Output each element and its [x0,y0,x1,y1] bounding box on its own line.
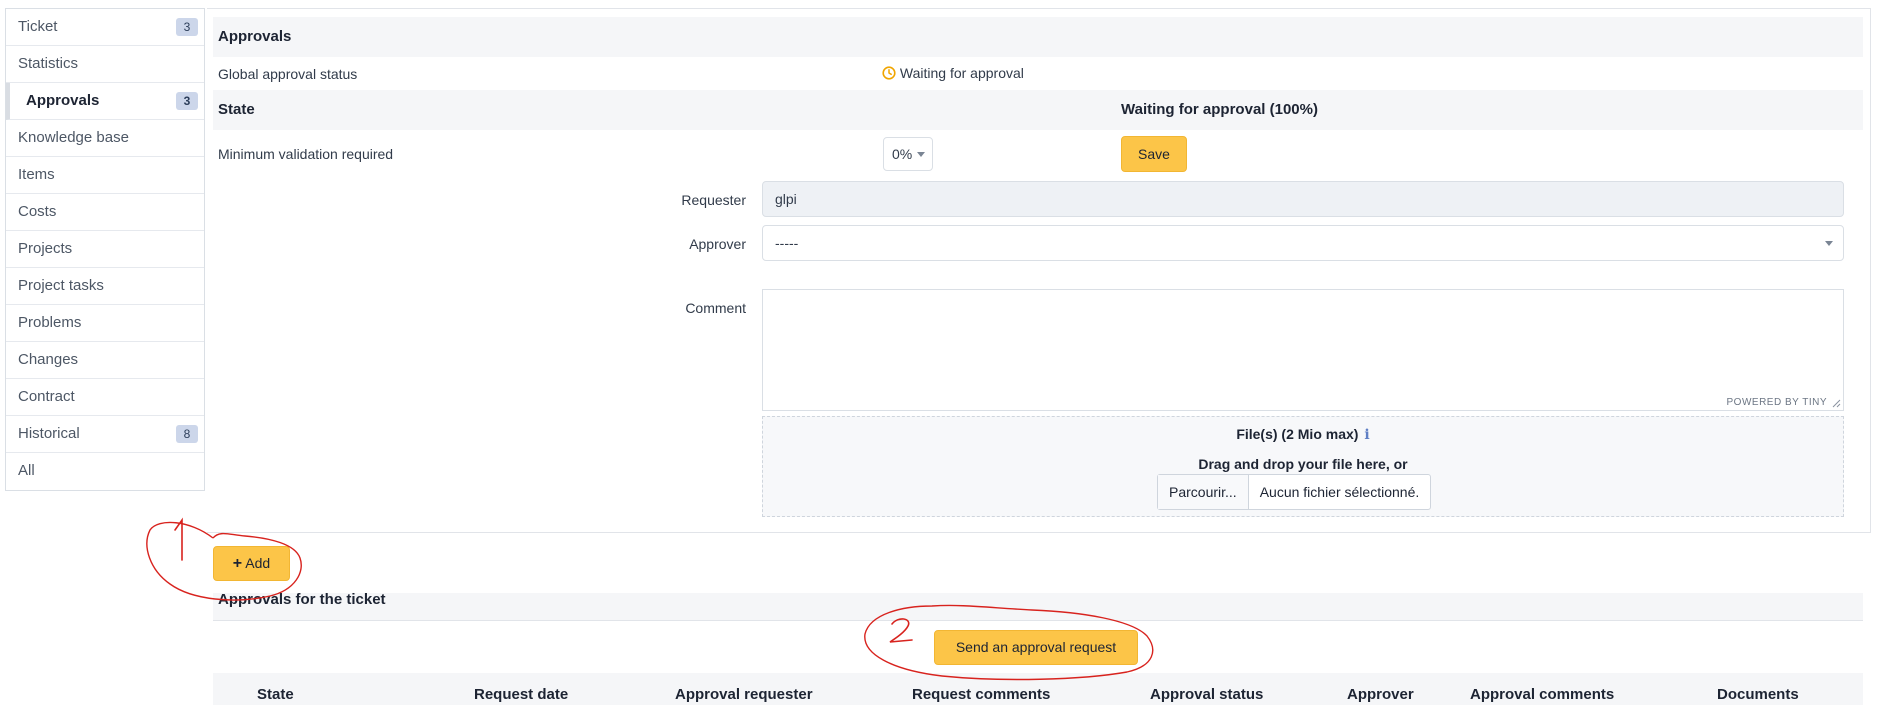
count-badge: 8 [176,425,198,443]
state-header [213,90,1863,130]
chevron-down-icon [917,152,925,157]
comment-label: Comment [685,300,746,316]
sidebar-item-approvals[interactable]: Approvals 3 [6,83,204,120]
sidebar-item-label: All [18,462,35,479]
sidebar-item-knowledge-base[interactable]: Knowledge base [6,120,204,157]
sidebar-item-label: Items [18,166,55,183]
column-header-approver[interactable]: Approver [1347,686,1414,703]
min-validation-select[interactable]: 0% [883,137,933,171]
column-header-approval-comments[interactable]: Approval comments [1470,686,1614,703]
sidebar-item-label: Changes [18,351,79,368]
column-header-state[interactable]: State [257,686,294,703]
no-file-text: Aucun fichier sélectionné. [1259,484,1420,500]
powered-by-label: POWERED BY TINY [1726,397,1827,408]
state-value: Waiting for approval (100%) [1121,101,1318,118]
sidebar-item-project-tasks[interactable]: Project tasks [6,268,204,305]
add-button-label: Add [245,555,271,571]
info-icon[interactable]: i [1364,427,1369,443]
send-approval-request-button[interactable]: Send an approval request [934,630,1138,665]
global-status-label: Global approval status [218,66,358,82]
select-value: ----- [775,235,799,251]
sidebar-item-label: Problems [18,314,82,331]
clock-icon [882,66,896,83]
sidebar-item-items[interactable]: Items [6,157,204,194]
min-validation-label: Minimum validation required [218,146,394,162]
browse-button[interactable]: Parcourir... [1158,475,1249,509]
sidebar-item-contract[interactable]: Contract [6,379,204,416]
column-header-approval-requester[interactable]: Approval requester [675,686,813,703]
select-value: 0% [892,146,913,162]
column-header-documents[interactable]: Documents [1717,686,1799,703]
section-header [213,17,1863,57]
sidebar-item-label: Approvals [26,92,100,109]
sidebar-item-label: Knowledge base [18,129,129,146]
sidebar-item-statistics[interactable]: Statistics [6,46,204,83]
sidebar-item-label: Project tasks [18,277,104,294]
file-dropzone[interactable]: File(s) (2 Mio max) i Drag and drop your… [762,416,1844,517]
count-badge: 3 [176,92,198,110]
sidebar-item-label: Statistics [18,55,79,72]
state-label: State [218,101,255,118]
add-section [207,532,1871,592]
requester-label: Requester [681,192,746,208]
chevron-down-icon [1825,241,1833,246]
approver-label: Approver [689,236,746,252]
sidebar-item-all[interactable]: All [6,453,204,490]
add-button[interactable]: + Add [213,546,290,581]
divider [213,620,1863,621]
sidebar-item-historical[interactable]: Historical 8 [6,416,204,453]
sidebar-item-label: Projects [18,240,73,257]
column-header-approval-status[interactable]: Approval status [1150,686,1263,703]
files-title-text: File(s) (2 Mio max) [1236,426,1359,442]
list-header [213,593,1863,621]
sidebar-item-label: Costs [18,203,57,220]
file-input[interactable]: Parcourir... Aucun fichier sélectionné. [1157,474,1432,510]
drag-text: Drag and drop your file here, or [1198,456,1408,472]
sidebar-item-label: Ticket [18,18,58,35]
resize-handle-icon[interactable] [1832,399,1841,408]
sidebar-item-costs[interactable]: Costs [6,194,204,231]
requester-field: glpi [762,181,1844,217]
sidebar-item-label: Historical [18,425,80,442]
approver-select[interactable]: ----- [762,225,1844,261]
column-header-request-date[interactable]: Request date [474,686,568,703]
status-text: Waiting for approval [899,65,1024,81]
sidebar-item-projects[interactable]: Projects [6,231,204,268]
section-title: Approvals [218,28,292,45]
plus-icon: + [232,555,243,572]
save-button[interactable]: Save [1121,136,1187,172]
files-title: File(s) (2 Mio max) i [763,426,1843,443]
sidebar-item-changes[interactable]: Changes [6,342,204,379]
sidebar-item-label: Contract [18,388,75,405]
global-status-value: Waiting for approval [882,65,1024,83]
column-header-request-comments[interactable]: Request comments [912,686,1050,703]
sidebar-item-ticket[interactable]: Ticket 3 [6,9,204,46]
sidebar: Ticket 3 Statistics Approvals 3 Knowledg… [5,8,205,491]
list-title: Approvals for the ticket [218,591,386,608]
count-badge: 3 [176,18,198,36]
sidebar-item-problems[interactable]: Problems [6,305,204,342]
comment-editor[interactable]: POWERED BY TINY [762,289,1844,411]
